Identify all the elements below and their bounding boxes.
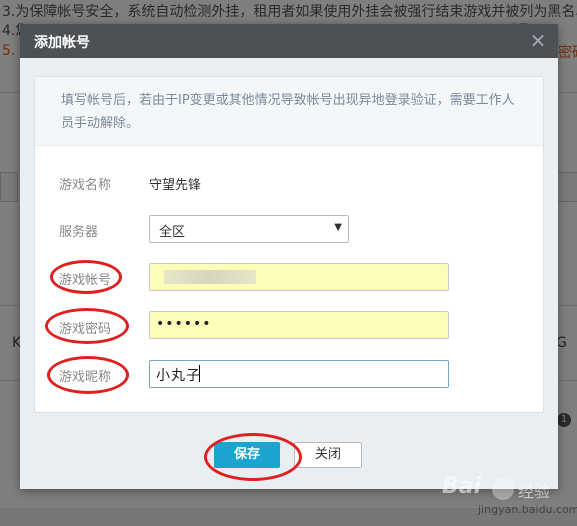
close-icon[interactable]: ×	[528, 29, 548, 51]
server-label: 服务器	[59, 225, 99, 240]
notice-text: 填写帐号后，若由于IP变更或其他情况导致帐号出现异地登录验证，需要工作人员手动解…	[61, 93, 515, 131]
password-input-value: ••••••	[156, 316, 212, 332]
server-select[interactable]: 全区 ▼	[149, 215, 349, 243]
annotation-circle-account	[50, 260, 122, 294]
game-name-label: 游戏名称	[59, 178, 112, 193]
close-button[interactable]: 关闭	[294, 442, 362, 468]
nickname-input[interactable]: 小丸子	[149, 360, 449, 388]
watermark-text: 经验	[518, 482, 551, 501]
watermark-logo: Bai	[442, 474, 482, 499]
game-name-value: 守望先锋	[149, 178, 202, 193]
annotation-circle-password	[45, 308, 129, 344]
text-cursor	[199, 365, 200, 382]
watermark-url: jingyan.baidu.com	[478, 503, 577, 516]
password-input[interactable]: ••••••	[149, 311, 449, 339]
add-account-dialog: 添加帐号 × 填写帐号后，若由于IP变更或其他情况导致帐号出现异地登录验证，需要…	[20, 24, 558, 489]
server-select-value: 全区	[159, 225, 186, 240]
paw-icon	[492, 478, 514, 500]
notice-box: 填写帐号后，若由于IP变更或其他情况导致帐号出现异地登录验证，需要工作人员手动解…	[35, 77, 543, 146]
account-redaction	[164, 270, 256, 284]
chevron-down-icon: ▼	[334, 222, 342, 233]
nickname-input-value: 小丸子	[156, 368, 201, 384]
account-input[interactable]	[149, 263, 449, 291]
dialog-title: 添加帐号	[34, 35, 90, 51]
dialog-header: 添加帐号 ×	[20, 24, 558, 58]
annotation-circle-save	[204, 433, 302, 481]
annotation-circle-nickname	[47, 356, 129, 394]
